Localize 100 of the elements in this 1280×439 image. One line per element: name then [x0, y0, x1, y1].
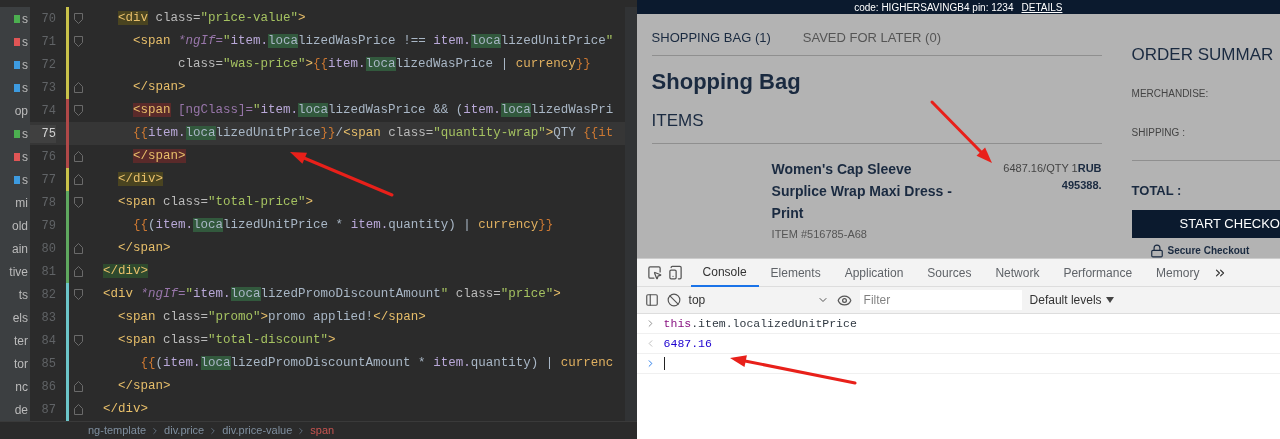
tree-item[interactable]: s: [22, 173, 28, 186]
tree-item[interactable]: s: [22, 12, 28, 25]
fold-icon[interactable]: [74, 381, 83, 392]
code-line: </span>: [117, 378, 171, 396]
tree-item[interactable]: s: [22, 35, 28, 48]
devtools-tab[interactable]: Elements: [758, 258, 833, 287]
devtools-tab[interactable]: Application: [832, 258, 916, 287]
tree-item[interactable]: s: [22, 58, 28, 71]
inspect-icon[interactable]: [646, 265, 662, 280]
fold-icon[interactable]: [74, 289, 83, 300]
tree-item[interactable]: de: [14, 403, 28, 416]
total-label: TOTAL :: [1131, 181, 1183, 200]
devtools-tab[interactable]: Network: [983, 258, 1052, 287]
text-cursor: [663, 357, 665, 370]
tree-item[interactable]: s: [22, 150, 28, 163]
console-command: this.item.localizedUnitPrice: [663, 315, 857, 332]
tree-item[interactable]: ain: [12, 242, 28, 255]
fold-icon[interactable]: [74, 174, 83, 185]
line-number: 76: [40, 148, 56, 166]
fold-icon[interactable]: [74, 243, 83, 254]
code-line: </div>: [102, 401, 149, 419]
levels-dropdown[interactable]: Default levels: [1029, 291, 1114, 309]
line-number: 87: [40, 401, 56, 419]
console-result: 6487.16: [663, 335, 712, 352]
code-line: </span>: [132, 79, 186, 97]
code-line: <span *ngIf="item.localizedWasPrice !== item.localizedUnitPrice": [132, 33, 614, 51]
fold-icon[interactable]: [74, 197, 83, 208]
product-title[interactable]: Women's Cap Sleeve Surplice Wrap Maxi Dress - Print: [771, 158, 957, 224]
devtools-tab[interactable]: Performance: [1051, 258, 1145, 287]
fold-icon[interactable]: [74, 151, 83, 162]
code-line: <span class="total-price">: [117, 194, 314, 212]
scrollbar-track[interactable]: [624, 7, 637, 421]
code-line: <span [ngClass]="item.localizedWasPrice && (item.localizedWasPri: [132, 102, 614, 120]
sidebar-icon[interactable]: [644, 293, 659, 307]
line-number: 73: [40, 79, 56, 97]
page-tab[interactable]: SAVED FOR LATER (0): [802, 27, 941, 47]
secure-checkout-text: Secure Checkout: [1167, 244, 1250, 258]
fold-icon[interactable]: [74, 266, 83, 277]
lock-icon: [1149, 243, 1164, 258]
summary-label: MERCHANDISE:: [1131, 86, 1210, 101]
line-number: 74: [40, 102, 56, 120]
line-number: 86: [40, 378, 56, 396]
tree-item[interactable]: ts: [18, 288, 28, 301]
tree-item[interactable]: mi: [15, 196, 28, 209]
page-heading: Shopping Bag: [651, 68, 802, 96]
line-number: 72: [40, 56, 56, 74]
tree-item[interactable]: s: [22, 81, 28, 94]
code-line: <span class="promo">promo applied!</span>: [117, 309, 426, 327]
summary-label: SHIPPING :: [1131, 124, 1280, 161]
code-line: <span class="total-discount">: [117, 332, 336, 350]
summary-title: ORDER SUMMAR: [1131, 44, 1275, 66]
section-heading: ITEMS: [651, 107, 1102, 144]
fold-icon[interactable]: [74, 105, 83, 116]
tree-item[interactable]: nc: [15, 380, 28, 393]
breadcrumb-item[interactable]: ng-template: [88, 422, 147, 439]
details-link[interactable]: DETAILS: [1021, 0, 1063, 15]
tree-item[interactable]: ter: [14, 334, 28, 347]
line-number: 79: [40, 217, 56, 235]
tree-item[interactable]: s: [22, 127, 28, 140]
code-line: {{(item.localizedUnitPrice * item.quantity) | currency}}: [132, 217, 554, 235]
tree-item[interactable]: op: [14, 104, 28, 117]
fold-icon[interactable]: [74, 13, 83, 24]
code-line: {{(item.localizedPromoDiscountAmount * item.quantity) | currenc: [139, 355, 614, 373]
code-line: {{item.localizedUnitPrice}}/<span class="quantity-wrap">QTY {{it: [132, 125, 614, 143]
breadcrumb-item[interactable]: div.price-value: [222, 422, 293, 439]
arrow-annotation: [930, 100, 992, 163]
tree-item[interactable]: tor: [14, 357, 28, 370]
devtools-tab[interactable]: Memory: [1144, 258, 1212, 287]
tree-item[interactable]: old: [12, 219, 28, 232]
filter-field[interactable]: Filter: [859, 290, 1022, 310]
breadcrumb-item[interactable]: span: [310, 422, 335, 439]
line-number: 82: [40, 286, 56, 304]
line-number: 70: [40, 10, 56, 28]
clear-icon[interactable]: [666, 293, 681, 307]
code-line: </span>: [117, 240, 171, 258]
device-icon[interactable]: [667, 265, 683, 280]
line-number: 80: [40, 240, 56, 258]
breadcrumb-item[interactable]: div.price: [164, 422, 205, 439]
checkout-button[interactable]: START CHECKO: [1131, 210, 1280, 238]
total-price: 495388.: [1061, 177, 1102, 193]
line-number: 81: [40, 263, 56, 281]
code-line: class="was-price">{{item.localizedWasPrice | currency}}: [177, 56, 591, 74]
banner-text: code: HIGHERSAVINGB4 pin: 1234: [854, 0, 1014, 15]
unit-price: 6487.16/QTY 1RUB: [1003, 161, 1102, 176]
tree-item[interactable]: tive: [9, 265, 28, 278]
tree-item[interactable]: els: [12, 311, 28, 324]
context-select[interactable]: top: [688, 291, 829, 309]
item-number: ITEM #516785-A68: [771, 227, 868, 242]
eye-icon[interactable]: [836, 292, 852, 308]
code-line: <div *ngIf="item.localizedPromoDiscountAmount" class="price">: [102, 286, 561, 304]
fold-icon[interactable]: [74, 82, 83, 93]
line-number: 83: [40, 309, 56, 327]
fold-icon[interactable]: [74, 335, 83, 346]
devtools-tab[interactable]: Sources: [915, 258, 984, 287]
fold-icon[interactable]: [74, 36, 83, 47]
line-number: 78: [40, 194, 56, 212]
fold-icon[interactable]: [74, 404, 83, 415]
caret-icon: [1105, 297, 1114, 303]
page-tab[interactable]: SHOPPING BAG (1): [651, 27, 771, 47]
line-number: 84: [40, 332, 56, 350]
